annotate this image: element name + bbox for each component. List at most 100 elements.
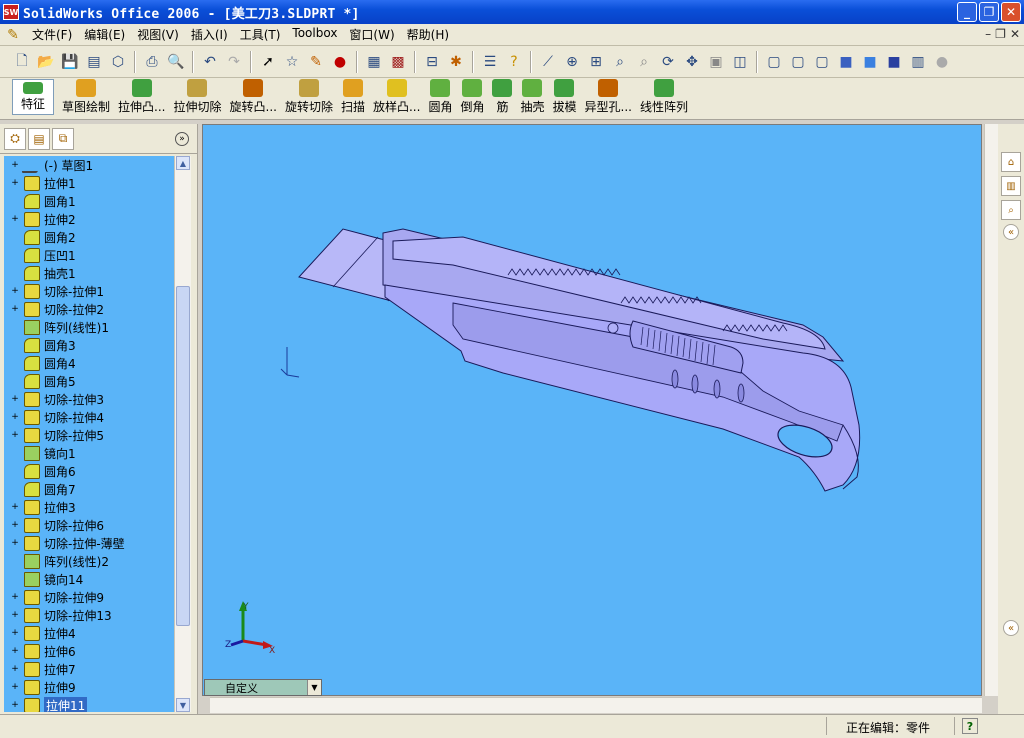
feature-tree-item[interactable]: 圆角4: [4, 354, 174, 372]
feature-button[interactable]: 放样凸...: [373, 79, 420, 115]
scroll-thumb[interactable]: [176, 286, 190, 626]
expand-toggle-icon[interactable]: +: [10, 502, 20, 512]
utility-knife-model[interactable]: Y X Z: [203, 125, 981, 695]
feature-button[interactable]: 草图绘制: [62, 79, 110, 115]
zoom-in-out-icon[interactable]: ⌕: [609, 51, 631, 73]
shadows-icon[interactable]: ■: [883, 51, 905, 73]
make-drawing-icon[interactable]: ▤: [83, 51, 105, 73]
feature-tree-item[interactable]: 镜向14: [4, 570, 174, 588]
zoom-area-icon[interactable]: ⊞: [585, 51, 607, 73]
zoom-to-fit-icon[interactable]: ⊕: [561, 51, 583, 73]
feature-button[interactable]: 特征: [12, 79, 55, 115]
feature-button[interactable]: 筋: [492, 79, 513, 115]
feature-tree-item[interactable]: + 拉伸2: [4, 210, 174, 228]
solidworks-logo-icon[interactable]: SW: [3, 4, 19, 20]
expand-toggle-icon[interactable]: +: [10, 664, 20, 674]
feature-tree-item[interactable]: + 切除-拉伸3: [4, 390, 174, 408]
doc-close-button[interactable]: ✕: [1010, 27, 1020, 41]
minimize-button[interactable]: _: [957, 2, 977, 22]
feature-tree-scrollbar[interactable]: ▲ ▼: [174, 156, 191, 712]
expand-toggle-icon[interactable]: +: [10, 430, 20, 440]
hidden-lines-removed-icon[interactable]: ▢: [811, 51, 833, 73]
doc-restore-button[interactable]: ❐: [995, 27, 1006, 41]
hidden-lines-visible-icon[interactable]: ▢: [787, 51, 809, 73]
expand-toggle-icon[interactable]: +: [10, 646, 20, 656]
feature-tree-item[interactable]: + 切除-拉伸-薄壁: [4, 534, 174, 552]
properties-icon[interactable]: ☰: [479, 51, 501, 73]
shaded-with-edges-icon[interactable]: ■: [835, 51, 857, 73]
make-assembly-icon[interactable]: ⬡: [107, 51, 129, 73]
help-question-icon[interactable]: ?: [962, 718, 978, 734]
menu-item[interactable]: 帮助(H): [401, 26, 455, 43]
feature-tree-item[interactable]: + 切除-拉伸4: [4, 408, 174, 426]
feature-tree-item[interactable]: + 拉伸6: [4, 642, 174, 660]
chevron-down-icon[interactable]: ▼: [307, 680, 321, 695]
print-icon[interactable]: ⎙: [141, 51, 163, 73]
standard-views-icon[interactable]: ◫: [729, 51, 751, 73]
expand-toggle-icon[interactable]: +: [10, 412, 20, 422]
feature-tree-item[interactable]: 圆角1: [4, 192, 174, 210]
solidworks-menu-icon[interactable]: ✎: [4, 26, 22, 44]
scroll-down-icon[interactable]: ▼: [176, 698, 190, 712]
expand-toggle-icon[interactable]: +: [10, 610, 20, 620]
feature-button[interactable]: 圆角: [428, 79, 452, 115]
feature-tree-item[interactable]: 圆角6: [4, 462, 174, 480]
select-pointer-icon[interactable]: ➚: [257, 51, 279, 73]
menu-item[interactable]: 文件(F): [26, 26, 78, 43]
feature-tree-item[interactable]: 镜向1: [4, 444, 174, 462]
expand-task-pane-icon[interactable]: «: [1003, 620, 1019, 636]
expand-toggle-icon[interactable]: +: [10, 520, 20, 530]
save-icon[interactable]: 💾: [59, 51, 81, 73]
feature-button[interactable]: 拉伸凸...: [118, 79, 165, 115]
scroll-up-icon[interactable]: ▲: [176, 156, 190, 170]
feature-manager-tab-icon[interactable]: ⛭: [4, 127, 26, 150]
feature-tree-item[interactable]: 阵列(线性)1: [4, 318, 174, 336]
measure-icon[interactable]: ⊟: [421, 51, 443, 73]
property-manager-tab-icon[interactable]: ▤: [28, 127, 50, 150]
home-icon[interactable]: ⌂: [1001, 152, 1021, 172]
zoom-selection-icon[interactable]: ⌕: [633, 51, 655, 73]
feature-tree-item[interactable]: + 切除-拉伸1: [4, 282, 174, 300]
open-file-icon[interactable]: 📂: [35, 51, 57, 73]
toolbox-icon[interactable]: ✱: [445, 51, 467, 73]
feature-button[interactable]: 拉伸切除: [173, 79, 222, 115]
feature-button[interactable]: 异型孔...: [585, 79, 632, 115]
appearance-icon[interactable]: ▩: [387, 51, 409, 73]
menu-item[interactable]: 视图(V): [131, 26, 185, 43]
redo-icon[interactable]: ↷: [223, 51, 245, 73]
expand-toggle-icon[interactable]: +: [10, 592, 20, 602]
view-selector-dropdown[interactable]: 自定义 ▼: [204, 679, 322, 696]
feature-tree-item[interactable]: 阵列(线性)2: [4, 552, 174, 570]
sketch-icon[interactable]: ✎: [305, 51, 327, 73]
expand-pane-icon[interactable]: »: [175, 132, 189, 146]
feature-tree-item[interactable]: 圆角5: [4, 372, 174, 390]
feature-button[interactable]: 倒角: [460, 79, 484, 115]
expand-toggle-icon[interactable]: +: [10, 178, 20, 188]
menu-item[interactable]: 工具(T): [234, 26, 287, 43]
select-filter-icon[interactable]: ☆: [281, 51, 303, 73]
feature-tree-item[interactable]: + 切除-拉伸6: [4, 516, 174, 534]
feature-tree-item[interactable]: + 拉伸11: [4, 696, 174, 712]
expand-toggle-icon[interactable]: +: [10, 286, 20, 296]
wireframe-icon[interactable]: ▢: [763, 51, 785, 73]
feature-tree-item[interactable]: + 拉伸3: [4, 498, 174, 516]
undo-icon[interactable]: ↶: [199, 51, 221, 73]
feature-tree-item[interactable]: 圆角2: [4, 228, 174, 246]
rotate-view-icon[interactable]: ⟳: [657, 51, 679, 73]
file-explorer-icon[interactable]: ⌕: [1001, 200, 1021, 220]
feature-tree-item[interactable]: + 拉伸4: [4, 624, 174, 642]
feature-tree-item[interactable]: + 拉伸7: [4, 660, 174, 678]
expand-toggle-icon[interactable]: +: [10, 214, 20, 224]
perspective-icon[interactable]: ▥: [907, 51, 929, 73]
feature-tree-item[interactable]: 压凹1: [4, 246, 174, 264]
menu-item[interactable]: 编辑(E): [78, 26, 131, 43]
rebuild-icon[interactable]: ●: [329, 51, 351, 73]
feature-tree-item[interactable]: 抽壳1: [4, 264, 174, 282]
new-file-icon[interactable]: 🗋: [11, 51, 33, 73]
feature-button[interactable]: 扫描: [341, 79, 365, 115]
close-button[interactable]: ✕: [1001, 2, 1021, 22]
feature-button[interactable]: 抽壳: [520, 79, 544, 115]
pan-icon[interactable]: ✥: [681, 51, 703, 73]
feature-button[interactable]: 拔模: [552, 79, 577, 115]
graphics-horizontal-scrollbar[interactable]: [210, 697, 982, 713]
